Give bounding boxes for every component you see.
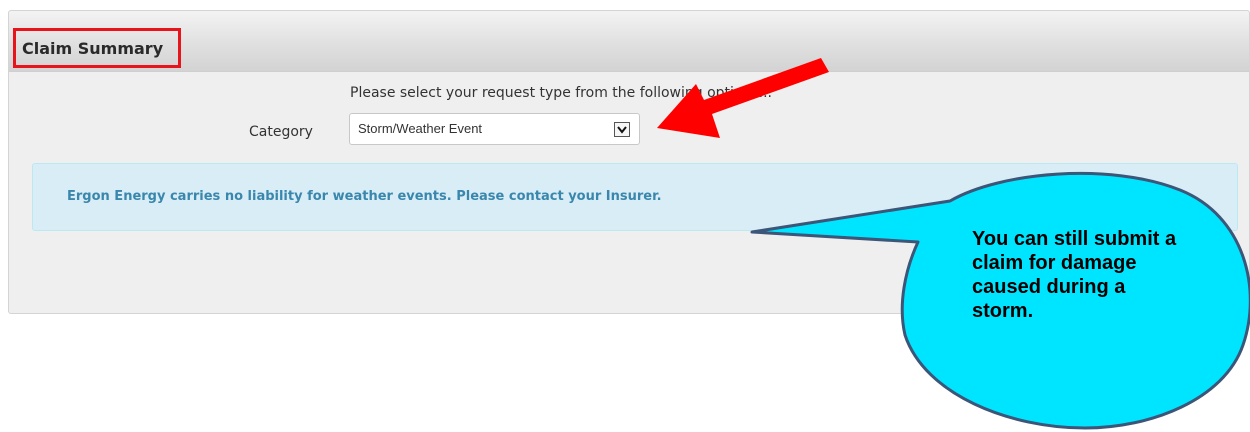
red-arrow-icon <box>657 58 829 138</box>
screenshot-canvas: Claim Summary Please select your request… <box>0 0 1250 432</box>
annotation-overlay <box>657 58 1250 430</box>
callout-text: You can still submit a claim for damage … <box>972 228 1177 322</box>
